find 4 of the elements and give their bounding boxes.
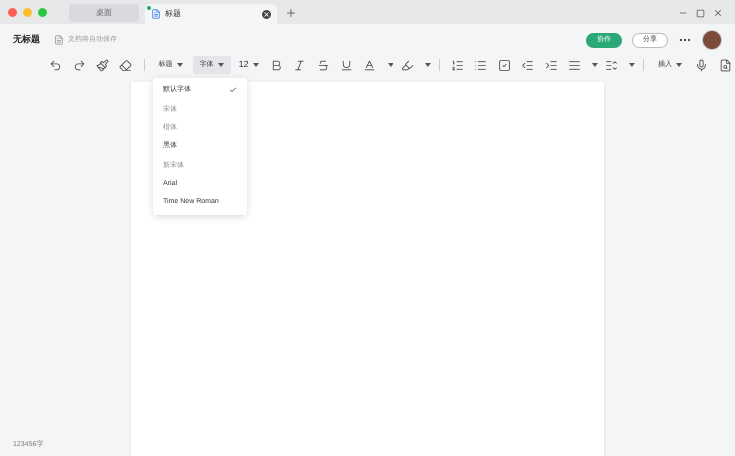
font-size-dropdown[interactable]: 12 — [234, 56, 263, 74]
tab[interactable]: 桌面 — [69, 4, 139, 22]
document-title: 无标题 — [13, 33, 40, 46]
tab[interactable]: 标题 — [145, 4, 277, 24]
